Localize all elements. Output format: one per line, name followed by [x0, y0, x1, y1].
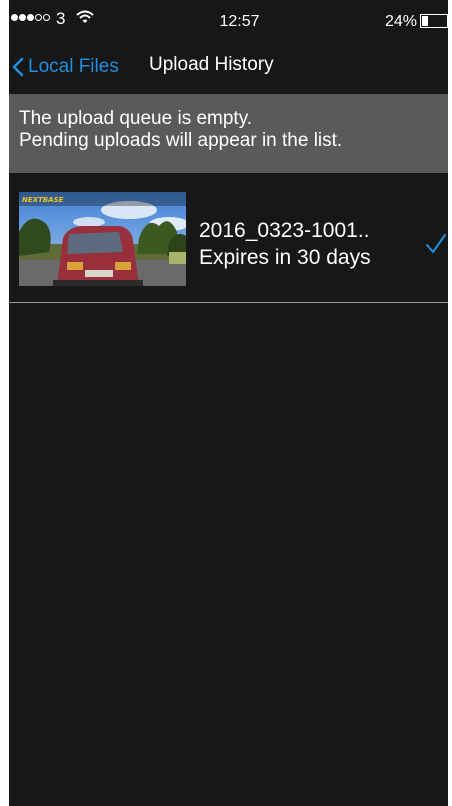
- status-bar: 3 12:57 24%: [9, 0, 448, 42]
- thumbnail-brand: NEXTBASE: [22, 196, 64, 204]
- navigation-bar: Local Files Upload History: [9, 42, 448, 94]
- queue-status-banner: The upload queue is empty. Pending uploa…: [9, 94, 448, 173]
- checkmark-icon: [426, 234, 446, 253]
- battery-fill: [422, 16, 428, 26]
- back-button[interactable]: Local Files: [11, 52, 119, 82]
- queue-hint-message: Pending uploads will appear in the list.: [19, 130, 343, 151]
- expiry-label: Expires in 30 days: [199, 246, 371, 269]
- page-title: Upload History: [149, 54, 274, 75]
- video-thumbnail: NEXTBASE: [19, 192, 186, 286]
- back-button-label: Local Files: [28, 56, 119, 77]
- status-time: 12:57: [219, 13, 260, 30]
- list-item[interactable]: NEXTBASE 2016_0323-1001.. Expires in 30 …: [9, 173, 448, 303]
- chevron-left-icon: [12, 57, 24, 77]
- upload-history-screen: 3 12:57 24% Local Files Upload History T…: [9, 0, 448, 806]
- battery-percent: 24%: [385, 13, 418, 30]
- queue-empty-message: The upload queue is empty.: [19, 108, 253, 129]
- battery-icon: [420, 14, 448, 28]
- file-name: 2016_0323-1001..: [199, 219, 370, 242]
